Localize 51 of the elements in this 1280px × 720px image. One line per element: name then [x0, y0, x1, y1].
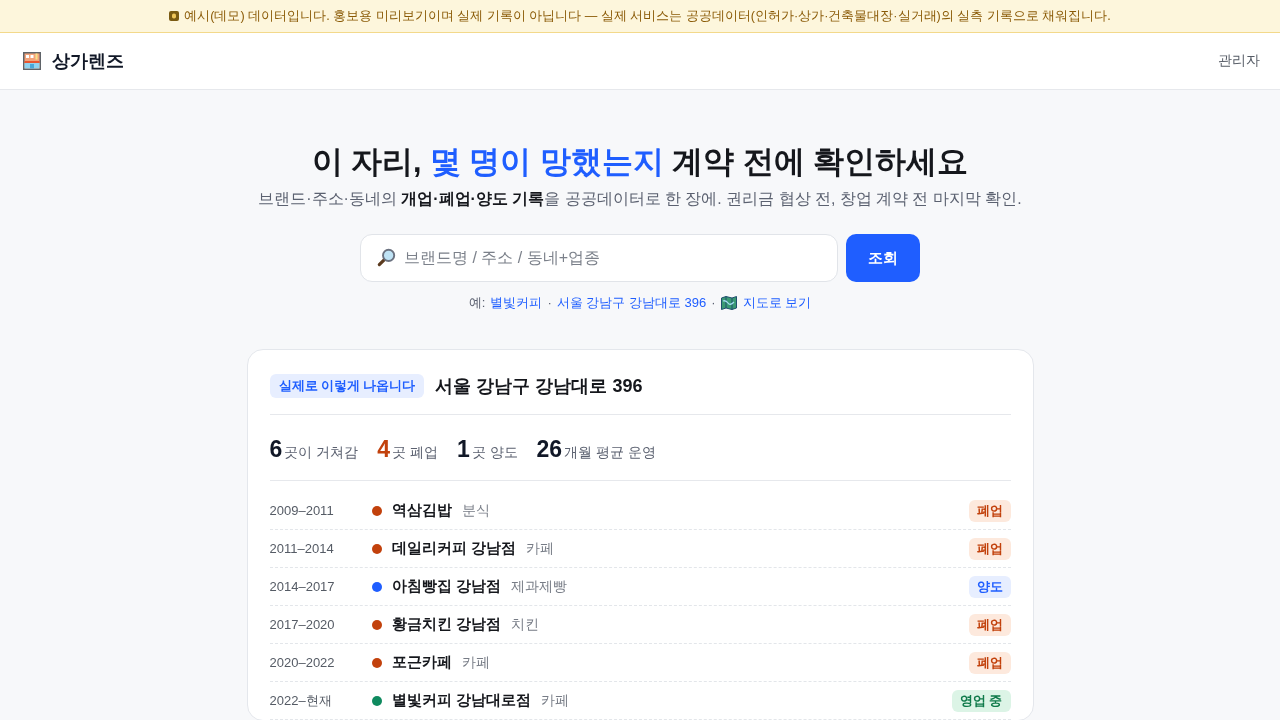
status-badge: 폐업: [968, 499, 1011, 522]
sample-badge: 실제로 이렇게 나옵니다: [269, 374, 425, 398]
search-icon: [377, 248, 396, 267]
stat-number: 1: [456, 435, 470, 464]
map-icon: [720, 296, 737, 310]
category-text: 제과제빵: [510, 577, 567, 596]
example-link[interactable]: 서울 강남구 강남대로 396: [556, 293, 707, 313]
status-badge: 양도: [968, 575, 1011, 598]
period-text: 2011–2014: [269, 541, 335, 556]
status-badge: 폐업: [968, 613, 1011, 636]
category-text: 분식: [461, 501, 490, 520]
period-text: 2017–2020: [269, 617, 336, 632]
status-badge: 영업 중: [951, 689, 1011, 712]
headline: 이 자리, 몇 명이 망했는지 계약 전에 확인하세요: [311, 143, 969, 180]
period-text: 2022–현재: [269, 691, 333, 710]
search-field[interactable]: 브랜드명 / 주소 / 동네+업종: [360, 234, 838, 282]
separator-text: ·: [711, 294, 716, 312]
subtitle: 브랜드·주소·동네의 개업·폐업·양도 기록을 공공데이터로 한 장에. 권리금 협상 전, 창업 계약 전 마지막 확인.: [257, 189, 1023, 209]
store-name: 별빛커피 강남대로점: [391, 691, 531, 710]
status-badge: 폐업: [968, 537, 1011, 560]
period-text: 2014–2017: [269, 579, 336, 594]
map-link[interactable]: 지도로 보기: [720, 293, 812, 313]
separator-text: ·: [547, 294, 552, 312]
stat-suffix: 곳 양도: [471, 444, 518, 462]
stat-suffix: 개월 평균 운영: [564, 444, 656, 462]
search-button[interactable]: 조회: [846, 234, 920, 282]
square-badge-icon: [169, 11, 180, 21]
category-text: 카페: [525, 539, 554, 558]
building-icon: [22, 51, 42, 71]
example-link[interactable]: 별빛커피: [490, 293, 543, 313]
address-title: 서울 강남구 강남대로 396: [435, 375, 643, 398]
stat-suffix: 곳이 거쳐감: [284, 444, 359, 462]
category-text: 치킨: [510, 615, 539, 634]
store-name: 아침빵집 강남점: [391, 577, 501, 596]
stat-suffix: 곳 폐업: [392, 444, 438, 462]
stat-number: 6: [269, 435, 283, 464]
category-text: 카페: [540, 691, 569, 710]
store-name: 포근카페: [391, 653, 452, 672]
period-text: 2020–2022: [269, 655, 336, 670]
stat-number: 4: [377, 435, 390, 464]
store-name: 데일리커피 강남점: [391, 539, 516, 558]
period-text: 2009–2011: [269, 503, 335, 518]
example-label: 예:: [468, 294, 486, 312]
demo-notice-text: 예시(데모) 데이터입니다. 홍보용 미리보기이며 실제 기록이 아닙니다 — 실제 서비스는 공공데이터(인허가·상가·건축물대장·실거래)의 실측 기록으로 채워집니다.: [184, 7, 1111, 25]
status-badge: 폐업: [968, 651, 1011, 674]
admin-link[interactable]: 관리자: [1218, 52, 1260, 70]
store-name: 황금치킨 강남점: [391, 615, 501, 634]
logo-link[interactable]: 상가렌즈: [22, 49, 124, 73]
category-text: 카페: [461, 653, 490, 672]
store-name: 역삼김밥: [391, 501, 452, 520]
stat-number: 26: [536, 435, 563, 464]
